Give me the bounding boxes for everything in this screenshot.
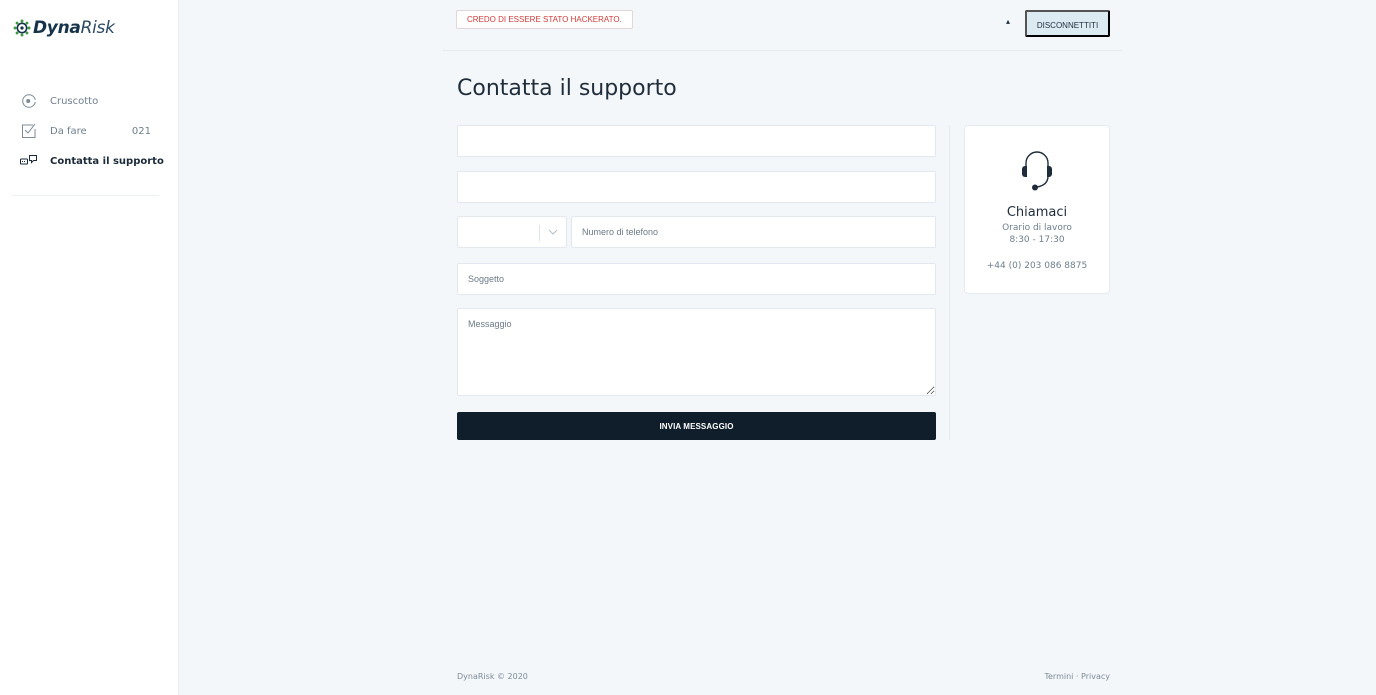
todo-count-badge: 021 — [131, 125, 151, 137]
country-code-select[interactable] — [457, 216, 567, 248]
logo-wordmark: DynaRisk — [33, 18, 115, 38]
chevron-down-icon — [548, 229, 558, 235]
terms-link[interactable]: Termini — [1044, 672, 1073, 681]
logo-gear-icon — [13, 19, 31, 37]
send-message-button[interactable]: INVIA MESSAGGIO — [457, 412, 936, 440]
footer-separator: · — [1075, 672, 1079, 681]
sidebar-item-contact-support[interactable]: Contatta il supporto — [0, 146, 179, 176]
name-field[interactable] — [457, 125, 936, 157]
top-bar: CREDO DI ESSERE STATO HACKERATO. ▴ DISCO… — [443, 0, 1123, 51]
sidebar-item-dashboard[interactable]: Cruscotto — [0, 86, 179, 116]
report-hacked-button[interactable]: CREDO DI ESSERE STATO HACKERATO. — [456, 10, 633, 29]
email-field[interactable] — [457, 171, 936, 203]
sidebar-item-label: Da fare — [50, 125, 87, 137]
privacy-link[interactable]: Privacy — [1081, 672, 1110, 681]
phone-field[interactable] — [571, 216, 936, 248]
subject-field[interactable] — [457, 263, 936, 295]
sidebar-item-todo[interactable]: Da fare 021 — [0, 116, 179, 146]
column-divider — [949, 125, 950, 440]
chat-bubbles-icon — [20, 152, 38, 170]
footer-links: Termini · Privacy — [1044, 672, 1110, 681]
logout-button[interactable]: DISCONNETTITI — [1025, 10, 1110, 37]
working-hours: 8:30 - 17:30 — [1009, 235, 1065, 245]
call-us-title: Chiamaci — [1006, 205, 1068, 220]
sidebar: DynaRisk Cruscotto Da fare 021 Contatta … — [0, 0, 179, 695]
sidebar-nav: Cruscotto Da fare 021 Contatta il suppor… — [0, 86, 179, 176]
call-us-card: Chiamaci Orario di lavoro 8:30 - 17:30 +… — [964, 125, 1110, 294]
checklist-icon — [20, 122, 38, 140]
caret-up-icon[interactable]: ▴ — [1003, 17, 1013, 27]
footer-copyright: DynaRisk © 2020 — [457, 672, 528, 681]
message-field[interactable] — [457, 308, 936, 396]
page-title: Contatta il supporto — [457, 76, 677, 101]
working-hours-label: Orario di lavoro — [1002, 223, 1072, 233]
dashboard-icon — [20, 92, 38, 110]
sidebar-item-label: Contatta il supporto — [50, 155, 164, 167]
sidebar-divider — [12, 195, 159, 196]
headset-icon — [1022, 151, 1052, 191]
dynarisk-logo[interactable]: DynaRisk — [13, 17, 115, 39]
sidebar-item-label: Cruscotto — [50, 95, 99, 107]
support-phone-number[interactable]: +44 (0) 203 086 8875 — [965, 261, 1109, 271]
select-separator — [539, 225, 540, 241]
